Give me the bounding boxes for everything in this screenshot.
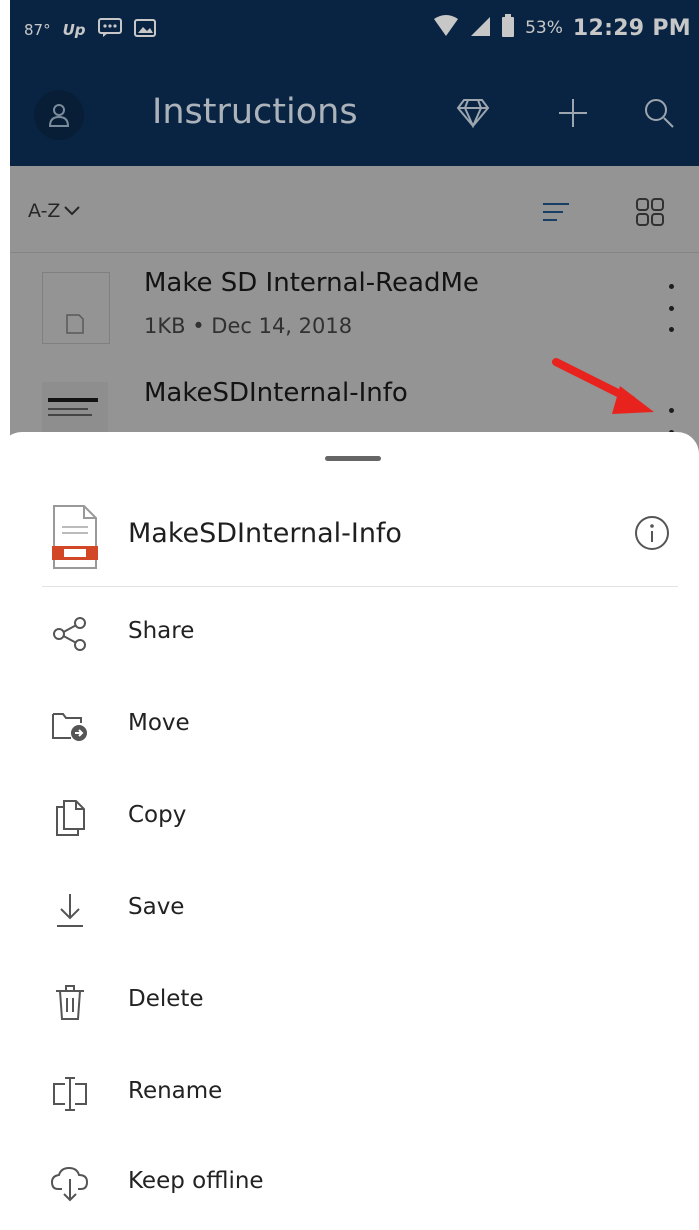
info-icon[interactable]	[633, 514, 671, 556]
wifi-icon	[433, 15, 459, 41]
cloud-download-icon	[48, 1162, 92, 1206]
move-folder-icon	[48, 704, 92, 748]
rename-action[interactable]: Rename	[0, 1048, 699, 1140]
battery-percentage: 53%	[525, 18, 563, 38]
delete-label: Delete	[128, 986, 204, 1012]
add-icon[interactable]	[550, 90, 596, 136]
share-label: Share	[128, 618, 195, 644]
move-label: Move	[128, 710, 190, 736]
rename-icon	[48, 1072, 92, 1116]
sheet-header: MakeSDInternal-Info	[0, 494, 699, 586]
presentation-file-icon	[50, 504, 100, 574]
move-action[interactable]: Move	[0, 680, 699, 772]
share-icon	[48, 612, 92, 656]
temperature-indicator: 87°	[24, 21, 51, 39]
signal-icon	[469, 15, 491, 41]
battery-icon	[501, 14, 515, 42]
annotation-arrow-icon	[552, 352, 662, 426]
rename-label: Rename	[128, 1078, 223, 1104]
save-label: Save	[128, 894, 185, 920]
carrier-indicator: Up	[62, 21, 86, 39]
premium-diamond-icon[interactable]	[450, 90, 496, 136]
divider	[42, 586, 678, 587]
keep-offline-label: Keep offline	[128, 1168, 264, 1194]
delete-action[interactable]: Delete	[0, 956, 699, 1048]
page-title: Instructions	[152, 92, 358, 132]
person-icon	[48, 104, 70, 127]
share-action[interactable]: Share	[0, 588, 699, 680]
keep-offline-action[interactable]: Keep offline	[0, 1138, 699, 1230]
clock: 12:29 PM	[572, 15, 691, 41]
download-icon	[48, 888, 92, 932]
image-notification-icon	[133, 18, 156, 42]
copy-action[interactable]: Copy	[0, 772, 699, 864]
message-notification-icon	[97, 18, 122, 42]
app-bar: Instructions	[10, 62, 699, 166]
sheet-drag-handle[interactable]	[325, 456, 381, 461]
copy-label: Copy	[128, 802, 187, 828]
file-actions-sheet: MakeSDInternal-Info Share Move Copy Save	[0, 432, 699, 1210]
copy-icon	[48, 796, 92, 840]
save-action[interactable]: Save	[0, 864, 699, 956]
account-avatar[interactable]	[34, 90, 84, 140]
trash-icon	[48, 980, 92, 1024]
status-bar: 87° Up 53% 12:29 PM	[10, 0, 699, 62]
sheet-file-name: MakeSDInternal-Info	[128, 518, 402, 549]
search-icon[interactable]	[636, 90, 682, 136]
